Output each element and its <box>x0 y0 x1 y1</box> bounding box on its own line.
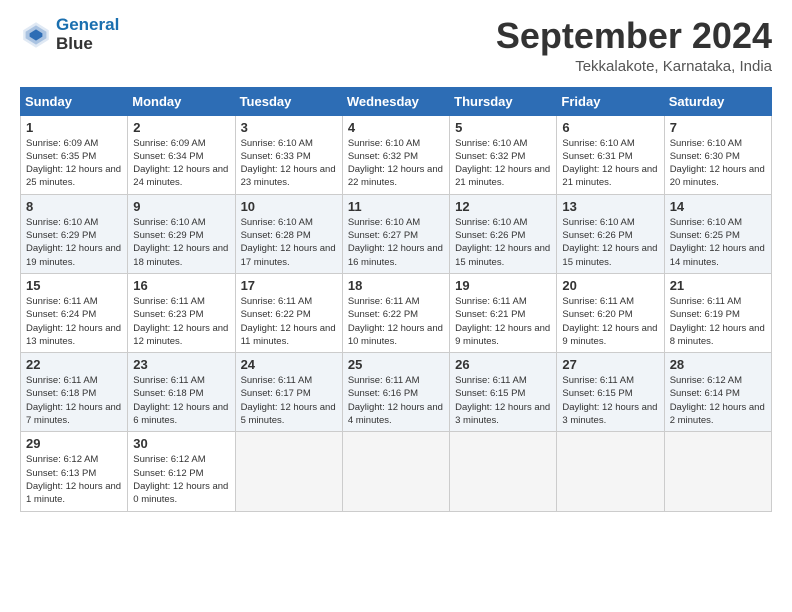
day-29: 29 Sunrise: 6:12 AMSunset: 6:13 PMDaylig… <box>21 432 128 511</box>
day-28: 28 Sunrise: 6:12 AMSunset: 6:14 PMDaylig… <box>664 353 771 432</box>
day-25: 25 Sunrise: 6:11 AMSunset: 6:16 PMDaylig… <box>342 353 449 432</box>
day-7: 7 Sunrise: 6:10 AMSunset: 6:30 PMDayligh… <box>664 115 771 194</box>
col-friday: Friday <box>557 87 664 115</box>
day-empty-1 <box>235 432 342 511</box>
day-30: 30 Sunrise: 6:12 AMSunset: 6:12 PMDaylig… <box>128 432 235 511</box>
day-19: 19 Sunrise: 6:11 AMSunset: 6:21 PMDaylig… <box>450 273 557 352</box>
day-22: 22 Sunrise: 6:11 AMSunset: 6:18 PMDaylig… <box>21 353 128 432</box>
day-10: 10 Sunrise: 6:10 AMSunset: 6:28 PMDaylig… <box>235 194 342 273</box>
day-empty-2 <box>342 432 449 511</box>
day-17: 17 Sunrise: 6:11 AMSunset: 6:22 PMDaylig… <box>235 273 342 352</box>
day-5: 5 Sunrise: 6:10 AMSunset: 6:32 PMDayligh… <box>450 115 557 194</box>
day-3: 3 Sunrise: 6:10 AMSunset: 6:33 PMDayligh… <box>235 115 342 194</box>
day-14: 14 Sunrise: 6:10 AMSunset: 6:25 PMDaylig… <box>664 194 771 273</box>
day-13: 13 Sunrise: 6:10 AMSunset: 6:26 PMDaylig… <box>557 194 664 273</box>
col-monday: Monday <box>128 87 235 115</box>
day-empty-3 <box>450 432 557 511</box>
day-20: 20 Sunrise: 6:11 AMSunset: 6:20 PMDaylig… <box>557 273 664 352</box>
day-15: 15 Sunrise: 6:11 AMSunset: 6:24 PMDaylig… <box>21 273 128 352</box>
day-1: 1 Sunrise: 6:09 AMSunset: 6:35 PMDayligh… <box>21 115 128 194</box>
day-empty-5 <box>664 432 771 511</box>
day-11: 11 Sunrise: 6:10 AMSunset: 6:27 PMDaylig… <box>342 194 449 273</box>
month-title: September 2024 <box>496 16 772 56</box>
logo-icon <box>20 19 52 51</box>
day-9: 9 Sunrise: 6:10 AMSunset: 6:29 PMDayligh… <box>128 194 235 273</box>
day-8: 8 Sunrise: 6:10 AMSunset: 6:29 PMDayligh… <box>21 194 128 273</box>
week-row-5: 29 Sunrise: 6:12 AMSunset: 6:13 PMDaylig… <box>21 432 772 511</box>
logo-text: General Blue <box>56 16 119 53</box>
logo: General Blue <box>20 16 119 53</box>
day-18: 18 Sunrise: 6:11 AMSunset: 6:22 PMDaylig… <box>342 273 449 352</box>
header-row: Sunday Monday Tuesday Wednesday Thursday… <box>21 87 772 115</box>
calendar: Sunday Monday Tuesday Wednesday Thursday… <box>20 87 772 512</box>
day-26: 26 Sunrise: 6:11 AMSunset: 6:15 PMDaylig… <box>450 353 557 432</box>
col-saturday: Saturday <box>664 87 771 115</box>
week-row-4: 22 Sunrise: 6:11 AMSunset: 6:18 PMDaylig… <box>21 353 772 432</box>
day-23: 23 Sunrise: 6:11 AMSunset: 6:18 PMDaylig… <box>128 353 235 432</box>
day-6: 6 Sunrise: 6:10 AMSunset: 6:31 PMDayligh… <box>557 115 664 194</box>
day-empty-4 <box>557 432 664 511</box>
header: General Blue September 2024 Tekkalakote,… <box>20 16 772 75</box>
day-21: 21 Sunrise: 6:11 AMSunset: 6:19 PMDaylig… <box>664 273 771 352</box>
page: General Blue September 2024 Tekkalakote,… <box>0 0 792 612</box>
title-block: September 2024 Tekkalakote, Karnataka, I… <box>496 16 772 75</box>
col-thursday: Thursday <box>450 87 557 115</box>
day-4: 4 Sunrise: 6:10 AMSunset: 6:32 PMDayligh… <box>342 115 449 194</box>
week-row-3: 15 Sunrise: 6:11 AMSunset: 6:24 PMDaylig… <box>21 273 772 352</box>
day-2: 2 Sunrise: 6:09 AMSunset: 6:34 PMDayligh… <box>128 115 235 194</box>
week-row-2: 8 Sunrise: 6:10 AMSunset: 6:29 PMDayligh… <box>21 194 772 273</box>
col-tuesday: Tuesday <box>235 87 342 115</box>
day-27: 27 Sunrise: 6:11 AMSunset: 6:15 PMDaylig… <box>557 353 664 432</box>
day-12: 12 Sunrise: 6:10 AMSunset: 6:26 PMDaylig… <box>450 194 557 273</box>
location: Tekkalakote, Karnataka, India <box>496 58 772 75</box>
col-wednesday: Wednesday <box>342 87 449 115</box>
day-24: 24 Sunrise: 6:11 AMSunset: 6:17 PMDaylig… <box>235 353 342 432</box>
col-sunday: Sunday <box>21 87 128 115</box>
day-16: 16 Sunrise: 6:11 AMSunset: 6:23 PMDaylig… <box>128 273 235 352</box>
week-row-1: 1 Sunrise: 6:09 AMSunset: 6:35 PMDayligh… <box>21 115 772 194</box>
